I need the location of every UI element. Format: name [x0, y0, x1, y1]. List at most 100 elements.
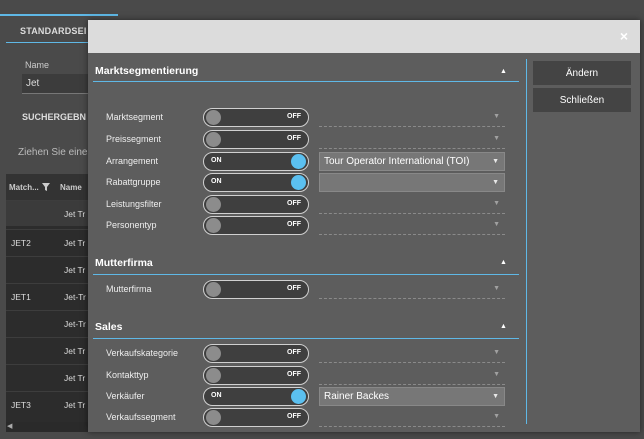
table-row[interactable]: Jet-Tr [6, 310, 88, 336]
toggle-preissegment[interactable]: OFF [203, 130, 309, 149]
select-verkaufskategorie[interactable]: ▼ [319, 344, 505, 363]
section-title-marktsegmentierung: Marktsegmentierung [95, 65, 199, 77]
chevron-down-icon: ▼ [492, 179, 499, 186]
collapse-caret-icon[interactable]: ▲ [500, 323, 507, 330]
field-label: Verkaufssegment [106, 412, 176, 422]
row-kontakttyp: Kontakttyp OFF ▼ [88, 366, 518, 386]
close-icon[interactable]: × [620, 28, 628, 44]
chevron-down-icon: ▼ [493, 221, 500, 228]
toggle-verkaeufer[interactable]: ON [203, 387, 309, 406]
field-label: Verkäufer [106, 391, 145, 401]
name-input[interactable]: Jet [22, 74, 92, 94]
section-divider [93, 338, 519, 339]
close-button[interactable]: Schließen [533, 88, 631, 112]
section-title-mutterfirma: Mutterfirma [95, 257, 153, 269]
select-personentyp[interactable]: ▼ [319, 216, 505, 235]
field-label: Arrangement [106, 156, 159, 166]
toggle-knob [206, 410, 221, 425]
select-arrangement[interactable]: Tour Operator International (TOI) ▼ [319, 152, 505, 171]
collapse-caret-icon[interactable]: ▲ [500, 68, 507, 75]
field-label: Preissegment [106, 134, 162, 144]
section-divider [93, 81, 519, 82]
select-leistungsfilter[interactable]: ▼ [319, 195, 505, 214]
toggle-knob [206, 346, 221, 361]
toggle-kontakttyp[interactable]: OFF [203, 366, 309, 385]
toggle-mutterfirma[interactable]: OFF [203, 280, 309, 299]
select-preissegment[interactable]: ▼ [319, 130, 505, 149]
chevron-down-icon: ▼ [493, 371, 500, 378]
change-button[interactable]: Ändern [533, 61, 631, 85]
toggle-knob [291, 389, 306, 404]
field-label: Marktsegment [106, 112, 164, 122]
vertical-divider [526, 59, 527, 424]
row-mutterfirma: Mutterfirma OFF ▼ [88, 280, 518, 300]
dialog-body: Ändern Schließen Marktsegmentierung ▲ Ma… [88, 53, 640, 432]
column-header-name[interactable]: Name [56, 183, 82, 192]
row-marktsegment: Marktsegment OFF ▼ [88, 108, 518, 128]
field-label: Leistungsfilter [106, 199, 162, 209]
group-hint: Ziehen Sie einer [18, 147, 91, 158]
select-marktsegment[interactable]: ▼ [319, 108, 505, 127]
select-kontakttyp[interactable]: ▼ [319, 366, 505, 385]
toggle-knob [291, 175, 306, 190]
table-row[interactable]: Jet Tr [6, 256, 88, 282]
toggle-arrangement[interactable]: ON [203, 152, 309, 171]
scroll-left-icon[interactable]: ◀ [7, 422, 12, 430]
chevron-down-icon: ▼ [493, 200, 500, 207]
chevron-down-icon: ▼ [492, 158, 499, 165]
toggle-verkaufskategorie[interactable]: OFF [203, 344, 309, 363]
select-rabattgruppe[interactable]: ▼ [319, 173, 505, 192]
row-verkaufskategorie: Verkaufskategorie OFF ▼ [88, 344, 518, 364]
table-row[interactable]: JET2 Jet Tr [6, 229, 88, 255]
table-row[interactable]: JET1 Jet-Tr [6, 283, 88, 309]
field-label: Kontakttyp [106, 370, 149, 380]
chevron-down-icon: ▼ [493, 349, 500, 356]
select-mutterfirma[interactable]: ▼ [319, 280, 505, 299]
edit-dialog: × Ändern Schließen Marktsegmentierung ▲ … [88, 20, 640, 432]
section-divider [93, 274, 519, 275]
field-label: Verkaufskategorie [106, 348, 179, 358]
horizontal-scrollbar[interactable]: ◀ [6, 422, 88, 432]
results-heading: SUCHERGEBN [22, 112, 87, 122]
field-label: Mutterfirma [106, 284, 152, 294]
column-header-match[interactable]: Match... [6, 183, 56, 192]
row-arrangement: Arrangement ON Tour Operator Internation… [88, 152, 518, 172]
row-leistungsfilter: Leistungsfilter OFF ▼ [88, 195, 518, 215]
table-row[interactable]: Jet Tr [6, 200, 88, 226]
chevron-down-icon: ▼ [493, 413, 500, 420]
collapse-caret-icon[interactable]: ▲ [500, 259, 507, 266]
results-table: Match... Name Jet Tr JET2 Jet Tr Jet Tr J… [6, 174, 88, 422]
toggle-knob [206, 132, 221, 147]
row-verkaeufer: Verkäufer ON Rainer Backes ▼ [88, 387, 518, 407]
toggle-verkaufssegment[interactable]: OFF [203, 408, 309, 427]
filter-icon[interactable] [41, 183, 50, 191]
table-row[interactable]: Jet Tr [6, 364, 88, 390]
toggle-knob [206, 218, 221, 233]
tab-underline [6, 42, 92, 43]
toggle-personentyp[interactable]: OFF [203, 216, 309, 235]
tab-standard[interactable]: STANDARDSEI [20, 26, 87, 36]
row-rabattgruppe: Rabattgruppe ON ▼ [88, 173, 518, 193]
toggle-marktsegment[interactable]: OFF [203, 108, 309, 127]
toggle-knob [206, 282, 221, 297]
toggle-leistungsfilter[interactable]: OFF [203, 195, 309, 214]
toggle-knob [206, 368, 221, 383]
chevron-down-icon: ▼ [493, 135, 500, 142]
toggle-rabattgruppe[interactable]: ON [203, 173, 309, 192]
toggle-knob [206, 110, 221, 125]
row-personentyp: Personentyp OFF ▼ [88, 216, 518, 236]
name-label: Name [25, 60, 50, 70]
row-preissegment: Preissegment OFF ▼ [88, 130, 518, 150]
table-header: Match... Name [6, 174, 88, 200]
select-verkaeufer[interactable]: Rainer Backes ▼ [319, 387, 505, 406]
table-row[interactable]: JET3 Jet Tr [6, 391, 88, 417]
select-verkaufssegment[interactable]: ▼ [319, 408, 505, 427]
table-row[interactable]: Jet Tr [6, 337, 88, 363]
dialog-header: × [88, 20, 640, 53]
toggle-knob [206, 197, 221, 212]
top-accent-line [0, 14, 118, 16]
chevron-down-icon: ▼ [493, 285, 500, 292]
chevron-down-icon: ▼ [492, 393, 499, 400]
field-label: Personentyp [106, 220, 157, 230]
section-title-sales: Sales [95, 321, 123, 333]
